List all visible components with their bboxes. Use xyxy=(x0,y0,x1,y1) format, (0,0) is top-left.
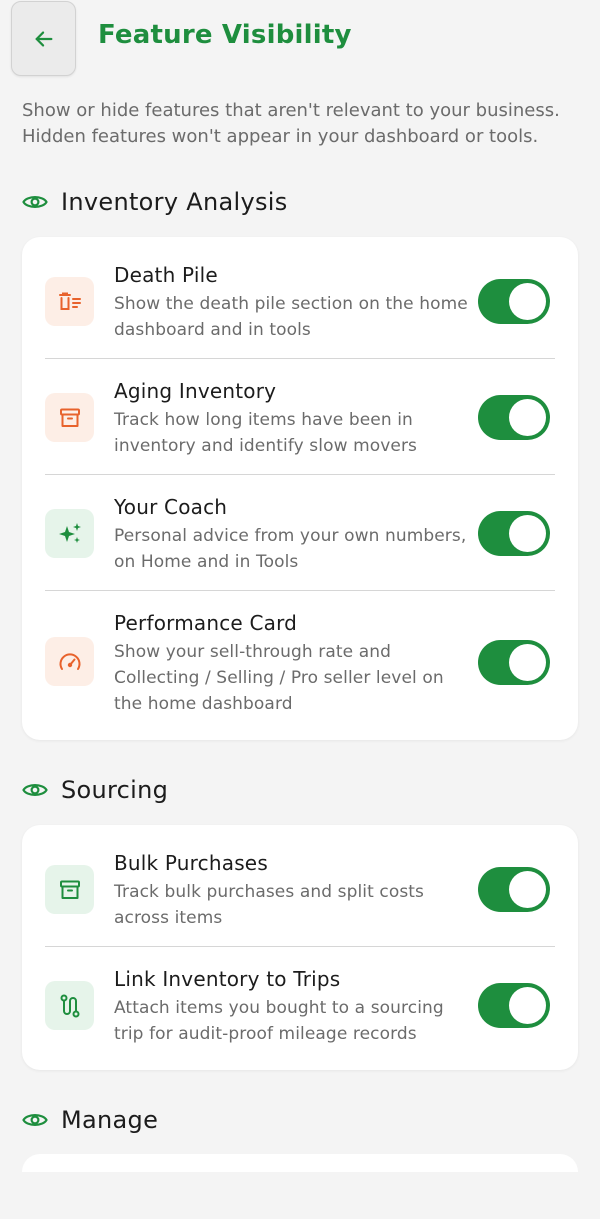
feature-description: Track bulk purchases and split costs acr… xyxy=(114,882,424,928)
feature-description: Show your sell-through rate and Collecti… xyxy=(114,642,444,714)
section-title-label: Inventory Analysis xyxy=(61,188,288,216)
trash-list-icon xyxy=(45,277,94,326)
toggle-knob xyxy=(509,283,546,320)
archive-box-icon xyxy=(45,393,94,442)
feature-row-link-inventory-trips: Link Inventory to Trips Attach items you… xyxy=(22,947,578,1070)
section-title-manage: Manage xyxy=(22,1106,158,1134)
section-title-label: Manage xyxy=(61,1106,159,1134)
gauge-icon xyxy=(45,637,94,686)
feature-row-performance-card: Performance Card Show your sell-through … xyxy=(22,591,578,740)
section-title-label: Sourcing xyxy=(61,776,169,804)
feature-description: Attach items you bought to a sourcing tr… xyxy=(114,998,444,1044)
feature-title: Death Pile xyxy=(114,263,218,287)
toggle-knob xyxy=(509,644,546,681)
sparkles-icon xyxy=(45,509,94,558)
feature-title: Performance Card xyxy=(114,611,298,635)
eye-icon xyxy=(22,1111,48,1129)
section-title-sourcing: Sourcing xyxy=(22,776,168,804)
feature-title: Link Inventory to Trips xyxy=(114,967,341,991)
feature-description: Track how long items have been in invent… xyxy=(114,410,417,456)
eye-icon xyxy=(22,781,48,799)
header: Feature Visibility xyxy=(0,0,600,78)
bottom-area xyxy=(0,1172,600,1219)
eye-icon xyxy=(22,193,48,211)
intro-text: Show or hide features that aren't releva… xyxy=(22,100,560,147)
archive-box-icon xyxy=(45,865,94,914)
feature-row-bulk-purchases: Bulk Purchases Track bulk purchases and … xyxy=(22,825,578,947)
feature-title: Bulk Purchases xyxy=(114,851,268,875)
toggle-performance-card[interactable] xyxy=(478,640,550,685)
toggle-knob xyxy=(509,987,546,1024)
page-title: Feature Visibility xyxy=(98,20,352,50)
feature-description: Show the death pile section on the home … xyxy=(114,294,468,340)
toggle-aging-inventory[interactable] xyxy=(478,395,550,440)
feature-row-death-pile: Death Pile Show the death pile section o… xyxy=(22,237,578,359)
toggle-death-pile[interactable] xyxy=(478,279,550,324)
arrow-left-icon xyxy=(35,30,52,47)
card-inventory-analysis: Death Pile Show the death pile section o… xyxy=(22,237,578,740)
toggle-knob xyxy=(509,515,546,552)
card-sourcing: Bulk Purchases Track bulk purchases and … xyxy=(22,825,578,1070)
back-button[interactable] xyxy=(11,1,76,76)
feature-description: Personal advice from your own numbers, o… xyxy=(114,526,467,572)
feature-row-aging-inventory: Aging Inventory Track how long items hav… xyxy=(22,359,578,475)
toggle-knob xyxy=(509,399,546,436)
toggle-bulk-purchases[interactable] xyxy=(478,867,550,912)
feature-row-your-coach: Your Coach Personal advice from your own… xyxy=(22,475,578,591)
toggle-your-coach[interactable] xyxy=(478,511,550,556)
toggle-link-inventory-trips[interactable] xyxy=(478,983,550,1028)
route-icon xyxy=(45,981,94,1030)
feature-title: Aging Inventory xyxy=(114,379,277,403)
feature-title: Your Coach xyxy=(114,495,228,519)
toggle-knob xyxy=(509,871,546,908)
section-title-inventory-analysis: Inventory Analysis xyxy=(22,188,288,216)
